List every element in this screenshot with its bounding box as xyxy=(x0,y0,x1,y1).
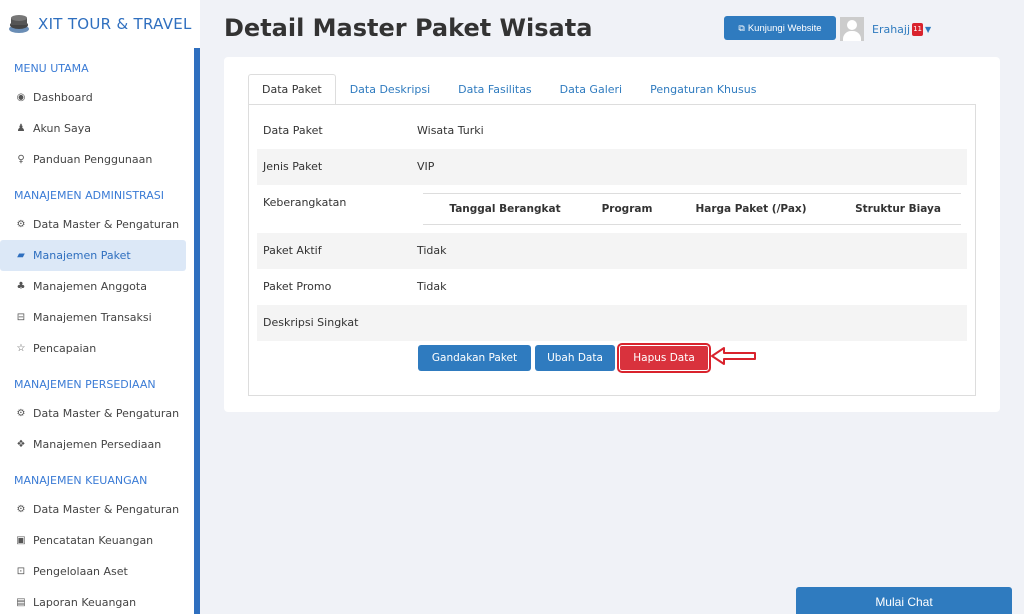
sidebar-item-label: Manajemen Anggota xyxy=(33,280,147,293)
delete-data-button[interactable]: Hapus Data xyxy=(617,343,711,373)
detail-row: Paket Aktif Tidak xyxy=(257,233,967,269)
sidebar-item-manajemen-persediaan[interactable]: ❖ Manajemen Persediaan xyxy=(0,429,186,460)
inbox-icon: ⊡ xyxy=(16,566,26,577)
tab-data-galeri[interactable]: Data Galeri xyxy=(546,74,636,104)
row-value: VIP xyxy=(417,160,435,173)
detail-row: Data Paket Wisata Turki xyxy=(257,113,967,149)
tab-pengaturan-khusus[interactable]: Pengaturan Khusus xyxy=(636,74,770,104)
row-label: Paket Promo xyxy=(263,280,332,293)
sidebar-item-akun-saya[interactable]: ♟ Akun Saya xyxy=(0,113,186,144)
gears-icon: ⚙ xyxy=(16,504,26,515)
sidebar-item-data-master-keuangan[interactable]: ⚙ Data Master & Pengaturan xyxy=(0,494,186,525)
left-arrow-annotation-icon xyxy=(711,347,756,365)
tab-bar: Data Paket Data Deskripsi Data Fasilitas… xyxy=(248,74,770,104)
sidebar-item-manajemen-anggota[interactable]: ♣ Manajemen Anggota xyxy=(0,271,186,302)
start-chat-button[interactable]: Mulai Chat xyxy=(796,587,1012,614)
tab-data-deskripsi[interactable]: Data Deskripsi xyxy=(336,74,444,104)
notification-badge: 11 xyxy=(912,22,924,36)
sidebar-item-dashboard[interactable]: ◉ Dashboard xyxy=(0,82,186,113)
lightbulb-icon: ♀ xyxy=(17,154,25,165)
username: Erahajj xyxy=(872,22,911,36)
sidebar-item-label: Pencapaian xyxy=(33,342,97,355)
tab-data-paket[interactable]: Data Paket xyxy=(248,74,336,104)
sidebar-item-label: Laporan Keuangan xyxy=(33,596,137,609)
sidebar-item-label: Manajemen Persediaan xyxy=(33,438,162,451)
sidebar-item-label: Data Master & Pengaturan xyxy=(33,407,180,420)
row-label: Data Paket xyxy=(263,124,323,137)
sidebar-item-pencatatan-keuangan[interactable]: ▣ Pencatatan Keuangan xyxy=(0,525,186,556)
sidebar-item-pencapaian[interactable]: ☆ Pencapaian xyxy=(0,333,186,364)
sidebar-item-panduan[interactable]: ♀ Panduan Penggunaan xyxy=(0,144,186,175)
detail-row: Paket Promo Tidak xyxy=(257,269,967,305)
brand-name: XIT TOUR & TRAVEL xyxy=(38,15,192,33)
sidebar-item-data-master[interactable]: ⚙ Data Master & Pengaturan xyxy=(0,209,186,240)
sidebar-item-label: Akun Saya xyxy=(33,122,91,135)
external-link-icon: ⧉ xyxy=(738,22,745,33)
row-value: Wisata Turki xyxy=(417,124,484,137)
sidebar-item-manajemen-transaksi[interactable]: ⊟ Manajemen Transaksi xyxy=(0,302,186,333)
users-icon: ♣ xyxy=(16,281,26,292)
column-header: Tanggal Berangkat xyxy=(449,203,561,215)
avatar xyxy=(840,17,864,41)
sidebar-item-data-master-persediaan[interactable]: ⚙ Data Master & Pengaturan xyxy=(0,398,186,429)
brand[interactable]: XIT TOUR & TRAVEL xyxy=(0,0,200,48)
sidebar-item-pengelolaan-aset[interactable]: ⊡ Pengelolaan Aset xyxy=(0,556,186,587)
globe-icon: ◉ xyxy=(16,92,26,103)
column-header: Struktur Biaya xyxy=(855,203,941,215)
tab-panel: Data Paket Wisata Turki Jenis Paket VIP … xyxy=(248,104,976,396)
gears-icon: ⚙ xyxy=(16,219,26,230)
visit-website-button[interactable]: ⧉ Kunjungi Website xyxy=(724,16,836,40)
sidebar-item-manajemen-paket[interactable]: ▰ Manajemen Paket xyxy=(0,240,186,271)
detail-row: Deskripsi Singkat xyxy=(257,305,967,341)
column-header: Harga Paket (/Pax) xyxy=(695,203,807,215)
sidebar: XIT TOUR & TRAVEL MENU UTAMA ◉ Dashboard … xyxy=(0,0,200,614)
section-title-administrasi: MANAJEMEN ADMINISTRASI xyxy=(14,189,164,202)
user-icon: ♟ xyxy=(16,123,26,134)
sidebar-item-label: Manajemen Transaksi xyxy=(33,311,152,324)
cart-icon: ⊟ xyxy=(16,312,26,323)
section-title-keuangan: MANAJEMEN KEUANGAN xyxy=(14,474,148,487)
sidebar-item-label: Panduan Penggunaan xyxy=(33,153,153,166)
sidebar-item-label: Pencatatan Keuangan xyxy=(33,534,154,547)
caret-down-icon: ▼ xyxy=(925,24,932,34)
cubes-icon: ❖ xyxy=(16,439,26,450)
sidebar-scrollbar[interactable] xyxy=(194,48,200,614)
row-label: Jenis Paket xyxy=(263,160,323,173)
star-icon: ☆ xyxy=(16,343,26,354)
row-label: Keberangkatan xyxy=(263,196,347,209)
visit-website-label: Kunjungi Website xyxy=(747,22,822,34)
sidebar-item-label: Manajemen Paket xyxy=(33,249,131,262)
row-value: Tidak xyxy=(417,244,447,257)
edit-data-button[interactable]: Ubah Data xyxy=(535,345,615,371)
chart-icon: ▤ xyxy=(16,597,26,608)
column-header: Program xyxy=(601,203,653,215)
row-label: Deskripsi Singkat xyxy=(263,316,359,329)
sidebar-item-label: Data Master & Pengaturan xyxy=(33,503,180,516)
sidebar-item-label: Pengelolaan Aset xyxy=(33,565,128,578)
row-value: Tidak xyxy=(417,280,447,293)
money-icon: ▣ xyxy=(16,535,26,546)
duplicate-package-button[interactable]: Gandakan Paket xyxy=(418,345,531,371)
row-label: Paket Aktif xyxy=(263,244,322,257)
action-buttons: Gandakan Paket Ubah Data Hapus Data xyxy=(418,343,711,373)
detail-card: Data Paket Data Deskripsi Data Fasilitas… xyxy=(224,57,1000,412)
user-menu[interactable]: Erahajj 11 ▼ xyxy=(840,16,931,42)
sidebar-item-laporan-keuangan[interactable]: ▤ Laporan Keuangan xyxy=(0,587,186,614)
sidebar-item-label: Data Master & Pengaturan xyxy=(33,218,180,231)
tab-data-fasilitas[interactable]: Data Fasilitas xyxy=(444,74,546,104)
stack-logo-icon xyxy=(9,15,29,33)
section-title-persediaan: MANAJEMEN PERSEDIAAN xyxy=(14,378,156,391)
departure-table-header: Tanggal Berangkat Program Harga Paket (/… xyxy=(423,193,961,225)
section-title-menu-utama: MENU UTAMA xyxy=(14,62,89,75)
gears-icon: ⚙ xyxy=(16,408,26,419)
detail-row: Jenis Paket VIP xyxy=(257,149,967,185)
book-icon: ▰ xyxy=(17,250,25,261)
page-title: Detail Master Paket Wisata xyxy=(224,14,593,42)
sidebar-item-label: Dashboard xyxy=(33,91,93,104)
